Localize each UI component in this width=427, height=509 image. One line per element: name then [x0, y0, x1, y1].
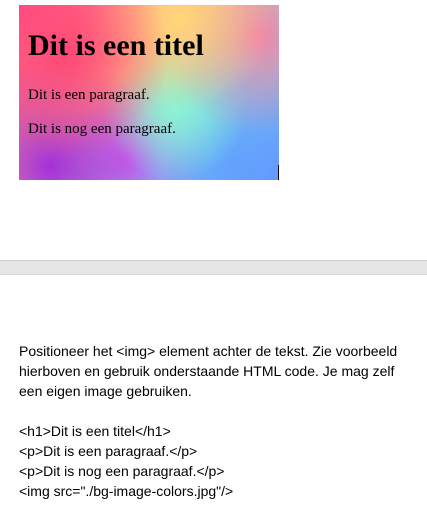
preview-title: Dit is een titel: [28, 29, 204, 62]
code-line-h1: <h1>Dit is een titel</h1>: [19, 423, 171, 439]
preview-paragraph-2: Dit is nog een paragraaf.: [28, 121, 176, 137]
code-line-img: <img src="./bg-image-colors.jpg"/>: [19, 483, 234, 499]
preview-paragraph-1: Dit is een paragraaf.: [28, 87, 150, 103]
preview-pane: Dit is een titel Dit is een paragraaf. D…: [0, 0, 427, 260]
text-cursor: [278, 165, 279, 180]
pane-splitter[interactable]: [0, 260, 427, 275]
code-line-p2: <p>Dit is nog een paragraaf.</p>: [19, 463, 225, 479]
instructions-pane: Positioneer het <img> element achter de …: [0, 275, 427, 509]
code-block: <h1>Dit is een titel</h1> <p>Dit is een …: [19, 421, 233, 501]
instructions-text: Positioneer het <img> element achter de …: [19, 343, 398, 399]
code-line-p1: <p>Dit is een paragraaf.</p>: [19, 443, 198, 459]
